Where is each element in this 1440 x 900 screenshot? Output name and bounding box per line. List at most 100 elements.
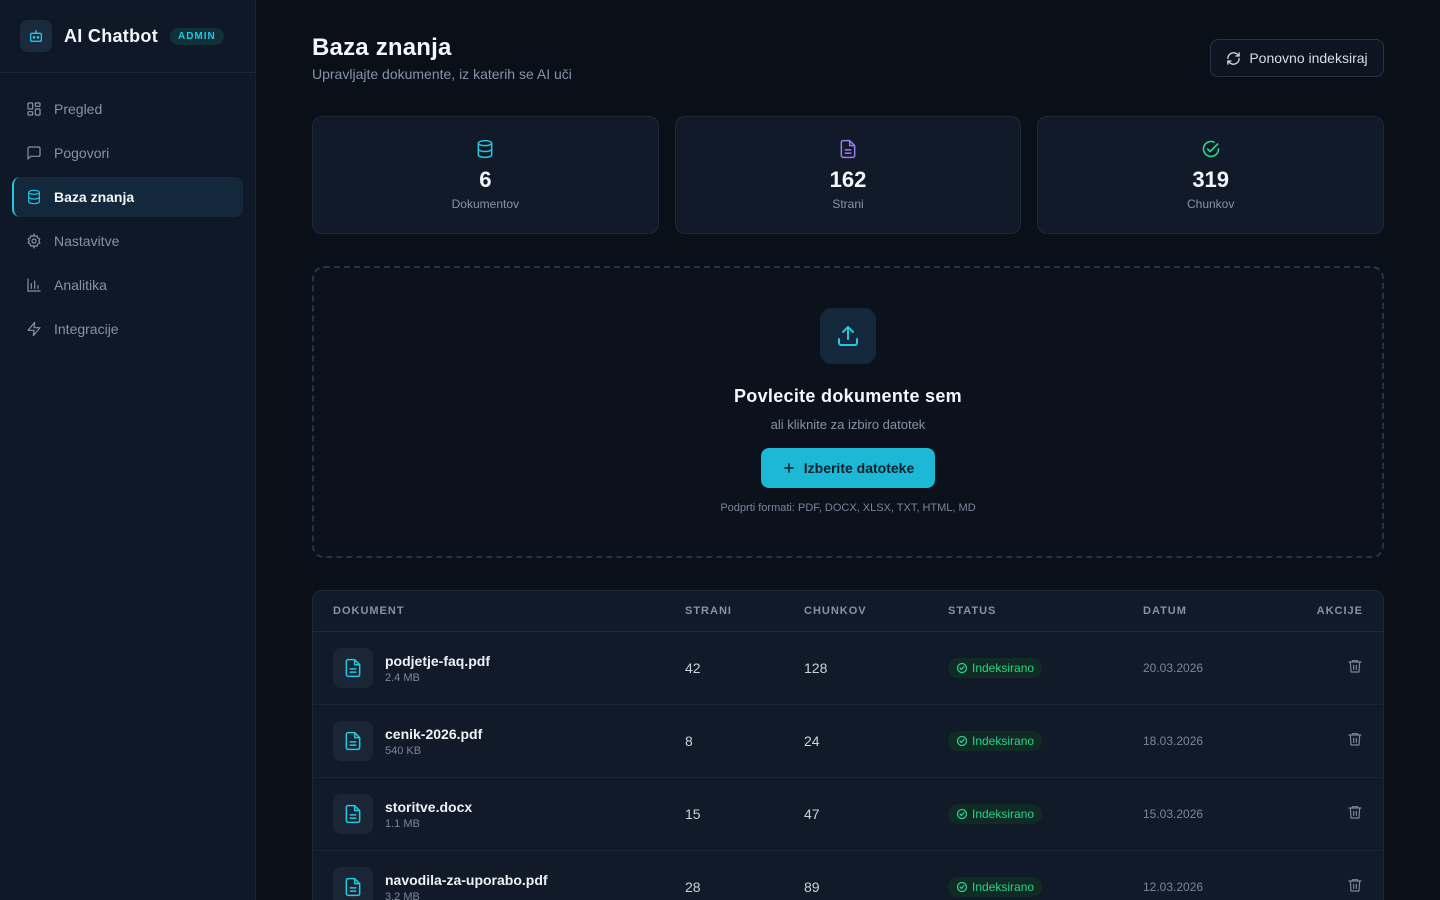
documents-table: DOKUMENT STRANI CHUNKOV STATUS DATUM AKC… (312, 590, 1384, 900)
upload-icon (820, 308, 876, 364)
chunks-cell: 24 (804, 733, 820, 749)
check-circle-icon (956, 735, 968, 746)
supported-formats: Podprti formati: PDF, DOCX, XLSX, TXT, H… (720, 502, 976, 514)
dropzone-subtitle: ali kliknite za izbiro datotek (770, 417, 926, 432)
file-name: navodila-za-uporabo.pdf (385, 871, 548, 888)
page-header: Baza znanja Upravljajte dokumente, iz ka… (312, 0, 1384, 116)
sidebar-item-integracije[interactable]: Integracije (12, 309, 243, 349)
database-icon (477, 139, 493, 159)
status-label: Indeksirano (972, 879, 1035, 894)
file-name: storitve.docx (385, 798, 473, 815)
header-date: DATUM (1143, 605, 1187, 617)
status-badge: Indeksirano (948, 657, 1043, 678)
chunks-cell: 128 (804, 660, 828, 676)
page-title: Baza znanja (312, 34, 452, 61)
chunks-cell: 47 (804, 806, 820, 822)
header-pages: STRANI (685, 605, 732, 617)
admin-badge: ADMIN (169, 27, 224, 45)
stat-value: 6 (479, 167, 492, 192)
grid-icon (27, 102, 41, 116)
bar-chart-icon (27, 278, 41, 292)
document-icon (333, 867, 373, 900)
brand: AI Chatbot ADMIN (0, 0, 255, 73)
reindex-button[interactable]: Ponovno indeksiraj (1210, 39, 1384, 77)
refresh-icon (1227, 51, 1241, 65)
brand-name: AI Chatbot (64, 25, 158, 46)
pages-cell: 8 (685, 733, 693, 749)
delete-button[interactable] (1347, 658, 1363, 679)
status-label: Indeksirano (972, 660, 1035, 675)
trash-icon (1348, 732, 1362, 746)
date-cell: 15.03.2026 (1143, 807, 1204, 821)
document-icon (333, 721, 373, 761)
choose-files-button[interactable]: Izberite datoteke (761, 448, 935, 488)
gear-icon (27, 233, 41, 249)
pages-cell: 42 (685, 660, 701, 676)
sidebar-item-label: Pregled (54, 101, 103, 117)
file-size: 2.4 MB (385, 671, 420, 684)
header-actions: AKCIJE (1316, 605, 1363, 617)
stat-value: 319 (1192, 167, 1230, 192)
pages-cell: 28 (685, 879, 701, 895)
reindex-label: Ponovno indeksiraj (1249, 50, 1368, 66)
table-row: storitve.docx 1.1 MB 15 47 Indeksirano 1… (313, 778, 1383, 851)
chat-icon (27, 146, 41, 160)
file-size: 3.2 MB (385, 890, 420, 900)
header-document: DOKUMENT (333, 605, 405, 617)
sidebar-nav: Pregled Pogovori Baza znanja Nastavitve … (0, 73, 255, 369)
sidebar-item-nastavitve[interactable]: Nastavitve (12, 221, 243, 261)
robot-icon (20, 20, 52, 52)
file-name: podjetje-faq.pdf (385, 652, 490, 669)
date-cell: 20.03.2026 (1143, 661, 1204, 675)
status-badge: Indeksirano (948, 803, 1043, 824)
stat-value: 162 (829, 167, 867, 192)
check-circle-icon (956, 662, 968, 673)
file-icon (840, 139, 856, 159)
sidebar-item-label: Analitika (54, 277, 107, 293)
date-cell: 18.03.2026 (1143, 734, 1204, 748)
stats-row: 6 Dokumentov 162 Strani 319 Chunkov (312, 116, 1385, 234)
stat-label: Chunkov (1186, 197, 1235, 211)
stat-card-documents: 6 Dokumentov (312, 116, 659, 234)
page-subtitle: Upravljajte dokumente, iz katerih se AI … (312, 66, 572, 82)
stat-label: Strani (832, 197, 864, 211)
date-cell: 12.03.2026 (1143, 880, 1204, 894)
document-icon (333, 794, 373, 834)
status-badge: Indeksirano (948, 730, 1043, 751)
main-content: Baza znanja Upravljajte dokumente, iz ka… (312, 0, 1385, 900)
stat-card-pages: 162 Strani (674, 116, 1022, 234)
file-size: 540 KB (385, 744, 422, 757)
table-header: DOKUMENT STRANI CHUNKOV STATUS DATUM AKC… (313, 591, 1383, 632)
dropzone-title: Povlecite dokumente sem (734, 386, 962, 406)
file-size: 1.1 MB (385, 817, 420, 830)
document-icon (333, 648, 373, 688)
database-icon (28, 189, 40, 205)
table-row: navodila-za-uporabo.pdf 3.2 MB 28 89 Ind… (313, 851, 1383, 900)
table-row: cenik-2026.pdf 540 KB 8 24 Indeksirano 1… (313, 705, 1383, 778)
trash-icon (1348, 805, 1362, 819)
sidebar-item-pogovori[interactable]: Pogovori (12, 133, 243, 173)
delete-button[interactable] (1347, 804, 1363, 825)
trash-icon (1348, 659, 1362, 673)
table-row: podjetje-faq.pdf 2.4 MB 42 128 Indeksira… (313, 632, 1383, 705)
stat-card-chunks: 319 Chunkov (1037, 116, 1385, 234)
stat-label: Dokumentov (451, 197, 520, 211)
delete-button[interactable] (1347, 877, 1363, 898)
sidebar-item-label: Baza znanja (54, 189, 135, 205)
upload-dropzone[interactable]: Povlecite dokumente sem ali kliknite za … (312, 266, 1384, 558)
trash-icon (1348, 878, 1362, 892)
sidebar-item-pregled[interactable]: Pregled (12, 89, 243, 129)
sidebar-item-baza-znanja[interactable]: Baza znanja (12, 177, 243, 217)
sidebar: AI Chatbot ADMIN Pregled Pogovori Baza z… (0, 0, 256, 900)
check-circle-icon (956, 881, 968, 892)
status-label: Indeksirano (972, 806, 1035, 821)
header-chunks: CHUNKOV (804, 605, 867, 617)
sidebar-item-label: Integracije (54, 321, 119, 337)
status-badge: Indeksirano (948, 876, 1043, 897)
lightning-icon (27, 321, 41, 337)
delete-button[interactable] (1347, 731, 1363, 752)
check-circle-icon (956, 808, 968, 819)
sidebar-item-analitika[interactable]: Analitika (12, 265, 243, 305)
pages-cell: 15 (685, 806, 701, 822)
plus-icon (783, 463, 794, 473)
